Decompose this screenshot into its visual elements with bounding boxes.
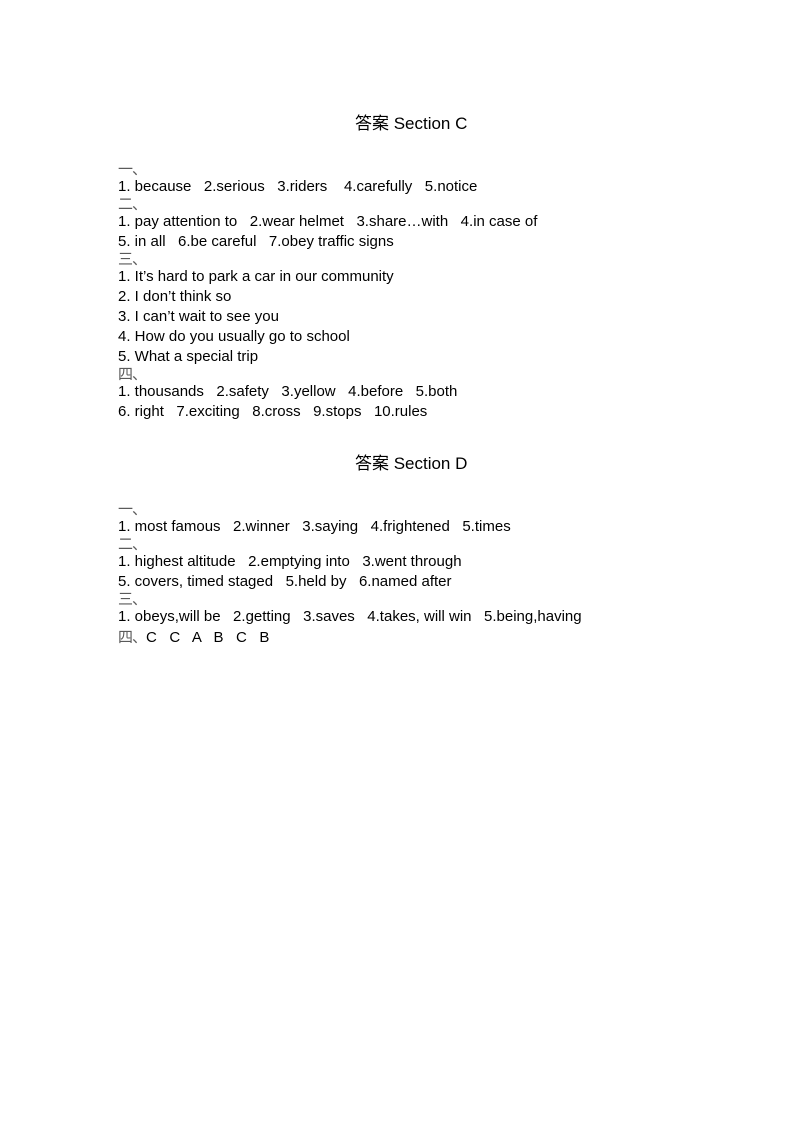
answer-line: 2. I don’t think so (118, 288, 232, 305)
part-marker-si: 四、 (118, 628, 147, 646)
answer-section-d: 答案 Section D 一、 1. most famous 2.winner … (0, 428, 794, 647)
answer-line: 5. covers, timed staged 5.held by 6.name… (118, 573, 452, 590)
part-marker-si: 四、 (118, 367, 147, 382)
answer-line: 6. right 7.exciting 8.cross 9.stops 10.r… (118, 403, 428, 420)
section-d-part-2: 二、 1. highest altitude 2.emptying into 3… (118, 537, 794, 592)
section-d-part-4: 四、C C A B C B (118, 627, 794, 647)
answer-section-c: 答案 Section C 一、 1. because 2.serious 3.r… (0, 88, 794, 422)
section-d-heading-cn: 答案 (354, 454, 389, 474)
document-page: 答案 Section C 一、 1. because 2.serious 3.r… (0, 0, 794, 1123)
part-marker-san: 三、 (118, 252, 147, 267)
section-c-part-1: 一、 1. because 2.serious 3.riders 4.caref… (118, 162, 794, 197)
part-marker-er: 二、 (118, 197, 147, 212)
section-d-part-1: 一、 1. most famous 2.winner 3.saying 4.fr… (118, 502, 794, 537)
answer-line: 1. obeys,will be 2.getting 3.saves 4.tak… (118, 608, 582, 625)
multiple-choice-answers: C C A B C B (146, 629, 270, 646)
section-c-heading: 答案 Section C (0, 88, 794, 160)
section-c-body: 一、 1. because 2.serious 3.riders 4.caref… (0, 162, 794, 422)
answer-line: 5. What a special trip (118, 348, 259, 365)
answer-line: 1. highest altitude 2.emptying into 3.we… (118, 553, 462, 570)
section-d-part-3: 三、 1. obeys,will be 2.getting 3.saves 4.… (118, 592, 794, 627)
answer-line: 4. How do you usually go to school (118, 328, 350, 345)
answer-line: 1. pay attention to 2.wear helmet 3.shar… (118, 213, 538, 230)
section-c-heading-en: Section C (393, 114, 468, 133)
part-marker-san: 三、 (118, 592, 147, 607)
answer-line: 3. I can’t wait to see you (118, 308, 279, 325)
answer-line: 1. because 2.serious 3.riders 4.carefull… (118, 178, 478, 195)
section-d-heading: 答案 Section D (0, 428, 794, 500)
part-marker-yi: 一、 (118, 502, 147, 517)
section-c-part-3: 三、 1. It’s hard to park a car in our com… (118, 252, 794, 367)
answer-line: 1. It’s hard to park a car in our commun… (118, 268, 394, 285)
part-marker-yi: 一、 (118, 162, 147, 177)
answer-line: 5. in all 6.be careful 7.obey traffic si… (118, 233, 394, 250)
part-marker-er: 二、 (118, 537, 147, 552)
section-c-part-2: 二、 1. pay attention to 2.wear helmet 3.s… (118, 197, 794, 252)
section-c-heading-cn: 答案 (354, 114, 389, 134)
section-c-part-4: 四、 1. thousands 2.safety 3.yellow 4.befo… (118, 367, 794, 422)
answer-line: 1. most famous 2.winner 3.saying 4.frigh… (118, 518, 511, 535)
section-d-heading-en: Section D (393, 454, 468, 473)
answer-line: 1. thousands 2.safety 3.yellow 4.before … (118, 383, 458, 400)
section-d-body: 一、 1. most famous 2.winner 3.saying 4.fr… (0, 502, 794, 647)
